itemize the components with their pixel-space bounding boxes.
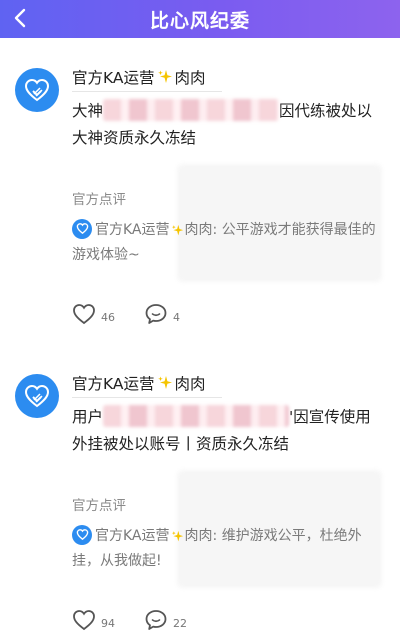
comment-button[interactable]: 4 <box>144 303 180 325</box>
official-reply: 官方KA运营 肉肉: 维护游戏公平，杜绝外挂，从我做起! <box>72 524 384 574</box>
comment-bubble-icon <box>145 304 167 324</box>
post-author[interactable]: 官方KA运营 肉肉 <box>72 66 206 88</box>
redacted-name <box>103 405 290 427</box>
reply-avatar <box>72 524 92 545</box>
reply-suffix: 肉肉: <box>184 528 218 544</box>
sparkle-icon <box>171 530 184 543</box>
official-review-label: 官方点评 <box>72 498 126 514</box>
heart-outline-icon <box>73 610 95 631</box>
sparkle-icon <box>157 69 173 85</box>
back-button[interactable] <box>6 3 36 33</box>
post-author[interactable]: 官方KA运营 肉肉 <box>72 372 206 394</box>
reply-suffix: 肉肉: <box>184 222 218 238</box>
comment-count: 22 <box>173 617 187 630</box>
comment-button[interactable]: 22 <box>144 609 187 631</box>
author-suffix: 肉肉 <box>174 69 206 87</box>
post-content: 用户 '因宣传使用外挂被处以账号丨资质永久冻结 <box>72 404 384 458</box>
author-underline <box>72 91 222 92</box>
comment-bubble-icon <box>145 610 167 630</box>
author-underline <box>72 397 222 398</box>
sparkle-icon <box>157 375 173 391</box>
post-actions: 94 22 <box>72 606 187 634</box>
like-button[interactable]: 46 <box>72 303 144 325</box>
author-name: 官方KA运营 <box>72 69 155 87</box>
official-review-label: 官方点评 <box>72 192 126 208</box>
heart-outline-icon <box>73 304 95 325</box>
post-actions: 46 4 <box>72 300 180 328</box>
page-title: 比心风纪委 <box>149 9 250 32</box>
content-prefix: 用户 <box>72 408 104 426</box>
heart-badge-icon <box>24 384 50 408</box>
sparkle-icon <box>171 224 184 237</box>
like-button[interactable]: 94 <box>72 609 144 631</box>
avatar[interactable] <box>15 374 59 418</box>
author-suffix: 肉肉 <box>174 375 206 393</box>
reply-author: 官方KA运营 <box>95 222 170 238</box>
post-content: 大神 因代练被处以大神资质永久冻结 <box>72 98 384 152</box>
content-prefix: 大神 <box>72 102 104 120</box>
author-name: 官方KA运营 <box>72 375 155 393</box>
top-nav-bar: 比心风纪委 <box>0 0 400 38</box>
reply-avatar <box>72 218 92 239</box>
like-count: 94 <box>101 617 115 630</box>
heart-badge-icon <box>24 78 50 102</box>
reply-author: 官方KA运营 <box>95 528 170 544</box>
comment-count: 4 <box>173 311 180 324</box>
official-reply: 官方KA运营 肉肉: 公平游戏才能获得最佳的游戏体验~ <box>72 218 384 268</box>
avatar[interactable] <box>15 68 59 112</box>
chevron-left-icon <box>14 8 26 28</box>
redacted-name <box>103 99 280 121</box>
like-count: 46 <box>101 311 115 324</box>
